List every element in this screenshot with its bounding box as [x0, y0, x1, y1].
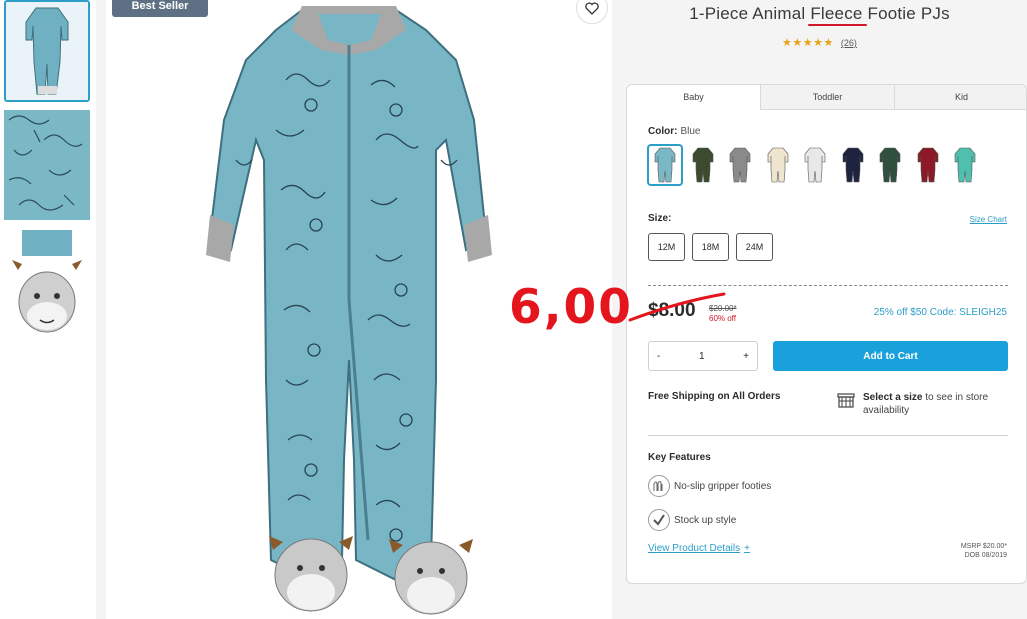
size-options: 12M 18M 24M — [648, 233, 780, 261]
thumbnail-footie[interactable] — [4, 230, 90, 342]
review-count-link[interactable]: (26) — [841, 38, 857, 48]
color-swatch[interactable] — [835, 144, 871, 186]
thumbnail-fabric[interactable] — [4, 110, 90, 220]
title-part-2: Footie PJs — [862, 4, 950, 23]
color-swatch[interactable] — [722, 144, 758, 186]
size-label: Size: — [648, 213, 672, 224]
quantity-increase-button[interactable]: + — [743, 351, 749, 362]
checkmark-icon — [648, 509, 670, 531]
product-page: Best Seller 1-Piece Animal Fleece Footie… — [0, 0, 1027, 619]
dob-line: DOB 08/2019 — [964, 552, 1007, 559]
tab-toddler[interactable]: Toddler — [760, 85, 894, 110]
size-option-24m[interactable]: 24M — [736, 233, 773, 261]
store-availability-bold: Select a size — [863, 392, 923, 403]
tab-baby[interactable]: Baby — [627, 85, 760, 110]
color-swatch[interactable] — [797, 144, 833, 186]
product-title: 1-Piece Animal Fleece Footie PJs — [612, 4, 1027, 24]
onesie-swatch-icon — [654, 147, 676, 183]
thumbnail-rail — [0, 0, 96, 619]
feature-item: No-slip gripper footies — [648, 475, 771, 497]
divider — [648, 285, 1008, 286]
quantity-decrease-button[interactable]: - — [657, 351, 660, 362]
msrp-line: MSRP $20.00* — [960, 543, 1007, 550]
feature-label: Stock up style — [674, 514, 737, 526]
color-swatch[interactable] — [647, 144, 683, 186]
add-to-cart-button[interactable]: Add to Cart — [773, 341, 1008, 371]
star-rating-icon: ★★★★★ — [782, 37, 834, 49]
onesie-swatch-icon — [879, 147, 901, 183]
thumbnail-front[interactable] — [4, 0, 90, 102]
store-availability[interactable]: Select a size to see in store availabili… — [863, 391, 1013, 417]
free-shipping-text: Free Shipping on All Orders — [648, 391, 781, 402]
size-option-18m[interactable]: 18M — [692, 233, 729, 261]
plus-icon: + — [744, 543, 750, 554]
divider — [648, 435, 1008, 436]
size-option-12m[interactable]: 12M — [648, 233, 685, 261]
color-label-text: Color: — [648, 126, 678, 137]
product-rating: ★★★★★ (26) — [612, 36, 1027, 49]
feature-label: No-slip gripper footies — [674, 480, 772, 492]
onesie-swatch-icon — [729, 147, 751, 183]
title-highlight: Fleece — [810, 4, 863, 23]
quantity-value[interactable]: 1 — [699, 351, 705, 362]
size-range-tabs: Baby Toddler Kid — [627, 85, 1026, 110]
onesie-swatch-icon — [842, 147, 863, 183]
price-strikethrough-mark — [628, 292, 726, 322]
onesie-swatch-icon — [767, 147, 788, 183]
color-swatch[interactable] — [947, 144, 983, 186]
title-part-1: 1-Piece Animal — [689, 4, 811, 23]
color-value: Blue — [680, 126, 701, 137]
color-label: Color: Blue — [648, 126, 700, 137]
onesie-swatch-icon — [917, 147, 938, 183]
onesie-full-thumbnail — [6, 2, 88, 100]
view-details-text: View Product Details — [648, 543, 741, 554]
purchase-card: Baby Toddler Kid Color: Blue Size: Size C… — [626, 84, 1027, 584]
size-chart-link[interactable]: Size Chart — [970, 215, 1007, 224]
onesie-swatch-icon — [804, 147, 826, 183]
gripper-footies-icon — [648, 475, 670, 497]
onesie-swatch-icon — [954, 147, 976, 183]
color-swatch[interactable] — [910, 144, 946, 186]
promo-code: 25% off $50 Code: SLEIGH25 — [873, 307, 1007, 318]
fabric-closeup-thumbnail — [4, 110, 90, 220]
quantity-stepper: - 1 + — [648, 341, 758, 371]
view-product-details-link[interactable]: View Product Details + — [648, 543, 750, 554]
price-annotation: 6,00 — [509, 280, 633, 335]
heart-icon — [585, 1, 599, 15]
key-features-title: Key Features — [648, 452, 711, 463]
color-swatch[interactable] — [760, 144, 796, 186]
best-seller-badge: Best Seller — [112, 0, 208, 17]
color-swatch[interactable] — [685, 144, 721, 186]
store-icon — [837, 393, 855, 413]
color-swatch[interactable] — [872, 144, 908, 186]
msrp-info: MSRP $20.00* DOB 08/2019 — [961, 542, 1007, 560]
tab-kid[interactable]: Kid — [894, 85, 1026, 110]
color-swatches — [647, 144, 985, 186]
onesie-swatch-icon — [692, 147, 713, 183]
feature-item: Stock up style — [648, 509, 736, 531]
footie-closeup-thumbnail — [4, 230, 90, 342]
